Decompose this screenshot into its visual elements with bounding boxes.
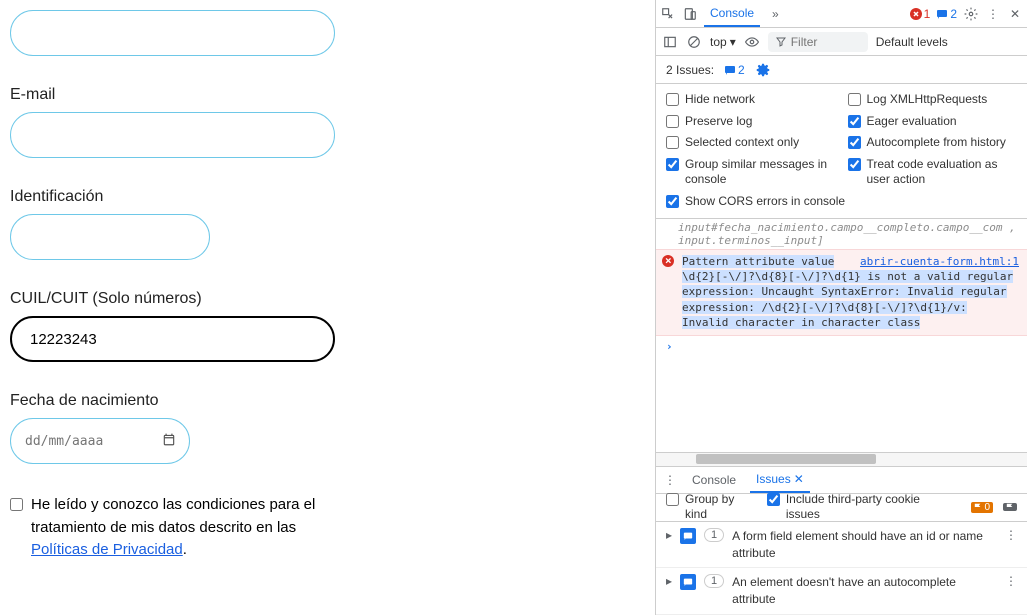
check-hide-network[interactable]: Hide network [666, 92, 836, 108]
devtools-tabbar: Console » 1 2 ⋮ ✕ [656, 0, 1027, 28]
birth-input[interactable] [10, 418, 190, 464]
name-field-group [10, 10, 645, 56]
terms-checkbox[interactable] [10, 498, 23, 511]
terms-row: He leído y conozco las condiciones para … [10, 494, 320, 562]
drawer-tab-console[interactable]: Console [686, 468, 742, 492]
drawer-toolbar: Group by kind Include third-party cookie… [656, 494, 1027, 522]
console-hscroll[interactable] [656, 452, 1027, 466]
terms-text: He leído y conozco las condiciones para … [31, 494, 320, 562]
cuil-field-group: CUIL/CUIT (Solo números) [10, 290, 645, 362]
sidebar-toggle-icon[interactable] [662, 34, 678, 50]
check-group-similar[interactable]: Group similar messages in console [666, 157, 836, 188]
filter-icon [775, 36, 787, 48]
tab-console[interactable]: Console [704, 1, 760, 27]
issue-count: 1 [704, 574, 724, 588]
birth-label: Fecha de nacimiento [10, 392, 645, 410]
check-group-by-kind[interactable]: Group by kind [666, 492, 757, 523]
drawer-tabbar: ⋮ Console Issues ✕ [656, 466, 1027, 494]
drawer-tab-issues[interactable]: Issues ✕ [750, 467, 810, 493]
name-input[interactable] [10, 10, 335, 56]
issue-text: A form field element should have an id o… [732, 528, 997, 562]
check-eager-eval[interactable]: Eager evaluation [848, 114, 1018, 130]
cuil-input[interactable] [10, 316, 335, 362]
terms-prefix: He leído y conozco las condiciones para … [31, 496, 315, 536]
check-show-cors[interactable]: Show CORS errors in console [666, 194, 1017, 210]
levels-select[interactable]: Default levels [876, 35, 948, 49]
error-count: 1 [924, 7, 931, 21]
hscroll-thumb[interactable] [696, 454, 876, 464]
console-toolbar: top ▾ Default levels [656, 28, 1027, 56]
birth-field-group: Fecha de nacimiento [10, 392, 645, 464]
device-icon[interactable] [682, 6, 698, 22]
filter-box[interactable] [768, 32, 868, 52]
message-badge[interactable]: 2 [936, 7, 957, 21]
check-autocomplete-history[interactable]: Autocomplete from history [848, 135, 1018, 151]
cuil-label: CUIL/CUIT (Solo números) [10, 290, 645, 308]
issues-count: 2 [738, 63, 745, 77]
issues-badge[interactable]: 2 [724, 63, 745, 77]
tab-more[interactable]: » [766, 2, 785, 26]
issue-more-icon[interactable]: ⋮ [1005, 574, 1017, 588]
issues-summary-bar: 2 Issues: 2 [656, 56, 1027, 84]
id-field-group: Identificación [10, 188, 645, 260]
email-label: E-mail [10, 86, 645, 104]
issue-more-icon[interactable]: ⋮ [1005, 528, 1017, 542]
check-preserve-log[interactable]: Preserve log [666, 114, 836, 130]
chevron-down-icon: ▾ [730, 35, 736, 49]
gear-icon[interactable] [963, 6, 979, 22]
console-log-tail: input#fecha_nacimiento.campo__completo.c… [656, 219, 1027, 249]
error-badge[interactable]: 1 [910, 7, 931, 21]
check-log-xhr[interactable]: Log XMLHttpRequests [848, 92, 1018, 108]
console-settings: Hide network Log XMLHttpRequests Preserv… [656, 84, 1027, 219]
issue-icon [680, 528, 696, 544]
id-label: Identificación [10, 188, 645, 206]
check-treat-eval[interactable]: Treat code evaluation as user action [848, 157, 1018, 188]
inspect-icon[interactable] [660, 6, 676, 22]
devtools-panel: Console » 1 2 ⋮ ✕ top ▾ [655, 0, 1027, 615]
expand-icon[interactable]: ▸ [666, 528, 672, 542]
close-tab-icon[interactable]: ✕ [794, 472, 804, 486]
settings-gear-icon[interactable] [755, 62, 771, 78]
expand-icon[interactable]: ▸ [666, 574, 672, 588]
message-count: 2 [950, 7, 957, 21]
issue-count: 1 [704, 528, 724, 542]
levels-value: Default levels [876, 35, 948, 49]
eye-icon[interactable] [744, 34, 760, 50]
console-error[interactable]: abrir-cuenta-form.html:1 Pattern attribu… [656, 249, 1027, 336]
privacy-link[interactable]: Políticas de Privacidad [31, 541, 183, 558]
close-icon[interactable]: ✕ [1007, 6, 1023, 22]
issue-text: An element doesn't have an autocomplete … [732, 574, 997, 608]
error-file-link[interactable]: abrir-cuenta-form.html:1 [860, 254, 1019, 269]
check-selected-context[interactable]: Selected context only [666, 135, 836, 151]
terms-suffix: . [183, 541, 187, 558]
issue-icon [680, 574, 696, 590]
check-include-third-party[interactable]: Include third-party cookie issues [767, 492, 952, 523]
email-field-group: E-mail [10, 86, 645, 158]
context-value: top [710, 35, 727, 49]
drawer-more-icon[interactable]: ⋮ [662, 472, 678, 488]
console-prompt[interactable]: › [656, 336, 1027, 357]
email-input[interactable] [10, 112, 335, 158]
issues-label: 2 Issues: [666, 63, 714, 77]
id-input[interactable] [10, 214, 210, 260]
issue-row-1[interactable]: ▸ 1 A form field element should have an … [656, 522, 1027, 569]
console-body[interactable]: input#fecha_nacimiento.campo__completo.c… [656, 219, 1027, 452]
more-icon[interactable]: ⋮ [985, 6, 1001, 22]
form-panel: E-mail Identificación CUIL/CUIT (Solo nú… [0, 0, 655, 615]
issue-row-2[interactable]: ▸ 1 An element doesn't have an autocompl… [656, 568, 1027, 615]
flag-badge[interactable]: 0 [971, 502, 993, 513]
flag-badge-gray[interactable] [1003, 503, 1017, 511]
context-select[interactable]: top ▾ [710, 35, 736, 49]
filter-input[interactable] [791, 35, 841, 49]
clear-icon[interactable] [686, 34, 702, 50]
